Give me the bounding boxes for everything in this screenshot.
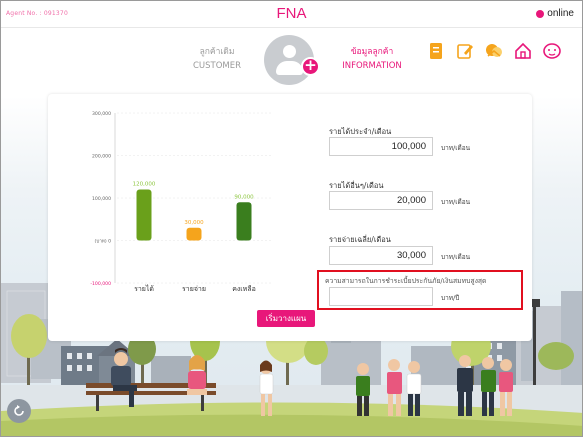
x-category-label: คงเหลือ [232,285,256,293]
premium-unit: บาท/ปี [441,294,460,302]
tab-information-thai: ข้อมูลลูกค้า [350,47,394,57]
back-button[interactable] [7,399,31,423]
home-icon[interactable] [512,40,534,62]
tab-customer-english: CUSTOMER [192,61,242,71]
online-status: online [536,8,574,19]
x-category-label: รายได้ [134,284,154,293]
tab-information-english: INFORMATION [342,61,402,71]
back-arrow-icon [14,405,24,416]
y-tick-label: (บาท) 0 [95,239,112,245]
avatar-body [276,61,303,75]
bar-value-label: 120,000 [133,182,156,188]
y-tick-label: 300,000 [92,111,111,117]
document-icon[interactable] [425,40,447,62]
header-toolbar [425,40,563,62]
other-income-input[interactable]: 20,000 [329,191,433,210]
edit-icon[interactable] [454,40,476,62]
bar-value-label: 30,000 [184,220,204,226]
income-unit: บาท/เดือน [441,144,471,152]
y-tick-label: -100,000 [90,281,111,287]
bar [136,189,152,241]
expense-input[interactable]: 30,000 [329,246,433,265]
top-bar: Agent No. : 091370 FNA online [1,1,582,28]
y-tick-label: 200,000 [92,154,111,160]
expense-label: รายจ่ายเฉลี่ย/เดือน [329,235,391,244]
income-expense-chart: 300,000 200,000 100,000 (บาท) 0 -100,000 120,… [90,111,273,293]
bar-value-label: 90,000 [234,194,254,200]
bar [186,227,202,241]
add-customer-icon[interactable]: + [301,57,320,76]
other-income-unit: บาท/เดือน [441,198,471,206]
piggy-bank-icon[interactable] [541,40,563,62]
bar [236,202,252,241]
tab-information[interactable]: ข้อมูลลูกค้า INFORMATION [337,45,407,73]
premium-label: ความสามารถในการชำระเบี้ยประกันภัย/เงินสม… [325,277,487,285]
handshake-icon[interactable] [483,40,505,62]
start-plan-button[interactable]: เริ่มวางแผน [257,310,315,327]
status-dot-icon [536,9,545,18]
y-tick-label: 100,000 [92,196,111,202]
premium-input[interactable] [329,287,433,306]
expense-unit: บาท/เดือน [441,253,471,261]
tab-customer[interactable]: ลูกค้าเดิม CUSTOMER [187,45,247,73]
app-frame: Agent No. : 091370 FNA online ลูกค้าเดิม… [0,0,583,437]
online-status-label: online [547,8,574,19]
avatar-head [283,45,296,58]
x-category-label: รายจ่าย [182,285,206,293]
app-title: FNA [276,5,307,22]
tab-customer-thai: ลูกค้าเดิม [199,47,235,57]
income-input[interactable]: 100,000 [329,137,433,156]
